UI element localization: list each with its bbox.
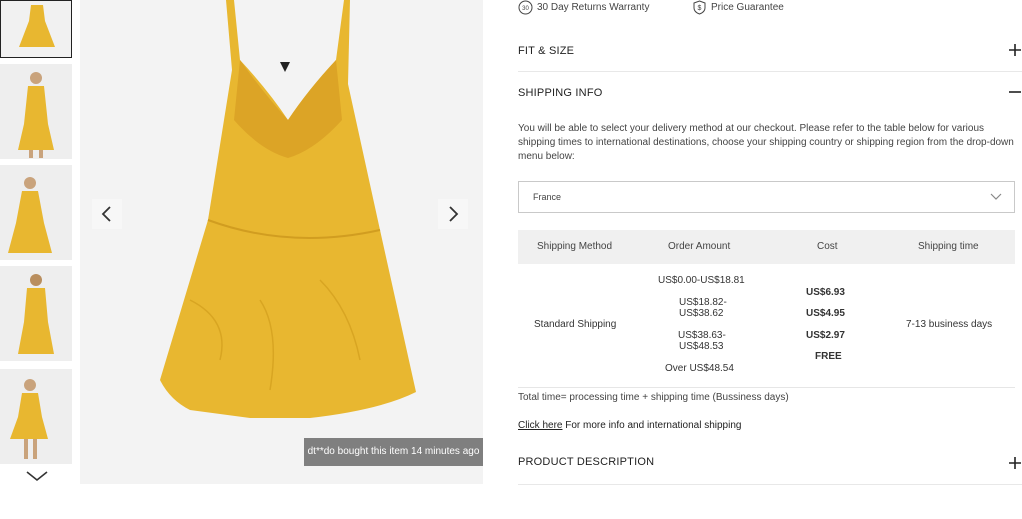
svg-text:30: 30	[522, 6, 529, 12]
prev-image-button[interactable]	[92, 199, 122, 229]
returns-icon: 30	[518, 0, 533, 15]
chevron-down-icon[interactable]	[24, 468, 50, 484]
header-cost: Cost	[817, 241, 838, 252]
header-order-amount: Order Amount	[668, 241, 731, 252]
thumbnail-5[interactable]	[0, 369, 72, 464]
cost-cell-2: US$4.95	[806, 308, 845, 319]
minus-icon	[1009, 91, 1021, 93]
amount-cell-3-line2: US$48.53	[679, 341, 724, 352]
method-cell: Standard Shipping	[534, 319, 617, 330]
thumbnail-3[interactable]	[0, 165, 72, 260]
header-shipping-method: Shipping Method	[537, 241, 613, 252]
thumbnail-2[interactable]	[0, 64, 72, 159]
amount-cell-2-line2: US$38.62	[679, 308, 724, 319]
chevron-down-icon	[990, 193, 1002, 200]
cost-cell-3: US$2.97	[806, 330, 845, 341]
main-product-image	[80, 0, 483, 484]
table-divider	[518, 387, 1015, 388]
shipping-time-cell: 7-13 business days	[906, 319, 993, 330]
more-info-text: For more info and international shipping	[562, 420, 742, 431]
total-time-note: Total time= processing time + shipping t…	[518, 392, 789, 403]
plus-icon	[1009, 44, 1021, 56]
country-select-value: France	[533, 192, 562, 202]
amount-cell-1: US$0.00-US$18.81	[658, 275, 745, 286]
svg-text:$: $	[698, 5, 702, 12]
fit-size-section[interactable]: FIT & SIZE	[518, 31, 1022, 72]
recent-purchase-notice: dt**do bought this item 14 minutes ago	[304, 438, 483, 466]
chevron-right-icon	[449, 206, 459, 222]
plus-icon	[1009, 457, 1021, 469]
amount-cell-3-line1: US$38.63-	[678, 330, 726, 341]
amount-cell-2-line1: US$18.82-	[679, 297, 727, 308]
product-description-title: PRODUCT DESCRIPTION	[518, 456, 655, 468]
dress-image	[80, 0, 483, 484]
returns-badge: 30 30 Day Returns Warranty	[518, 0, 649, 15]
shipping-description: You will be able to select your delivery…	[518, 123, 1014, 162]
price-shield-icon: $	[693, 0, 706, 15]
product-description-section[interactable]: PRODUCT DESCRIPTION	[518, 443, 1022, 485]
cost-cell-4: FREE	[815, 351, 842, 362]
more-info-line: Click here For more info and internation…	[518, 420, 741, 431]
cost-cell-1: US$6.93	[806, 287, 845, 298]
fit-size-title: FIT & SIZE	[518, 45, 575, 57]
shipping-info-section[interactable]: SHIPPING INFO	[518, 73, 1022, 113]
thumbnail-4[interactable]	[0, 266, 72, 361]
country-select[interactable]: France	[518, 181, 1015, 213]
header-shipping-time: Shipping time	[918, 241, 979, 252]
shipping-info-title: SHIPPING INFO	[518, 87, 603, 99]
shipping-table-header: Shipping Method Order Amount Cost Shippi…	[518, 230, 1015, 264]
next-image-button[interactable]	[438, 199, 468, 229]
price-badge: $ Price Guarantee	[692, 0, 784, 15]
price-badge-label: Price Guarantee	[711, 2, 784, 13]
returns-badge-label: 30 Day Returns Warranty	[537, 2, 650, 13]
amount-cell-4: Over US$48.54	[665, 363, 734, 374]
click-here-link[interactable]: Click here	[518, 420, 562, 431]
chevron-left-icon	[101, 206, 111, 222]
thumbnail-1[interactable]	[0, 0, 72, 58]
